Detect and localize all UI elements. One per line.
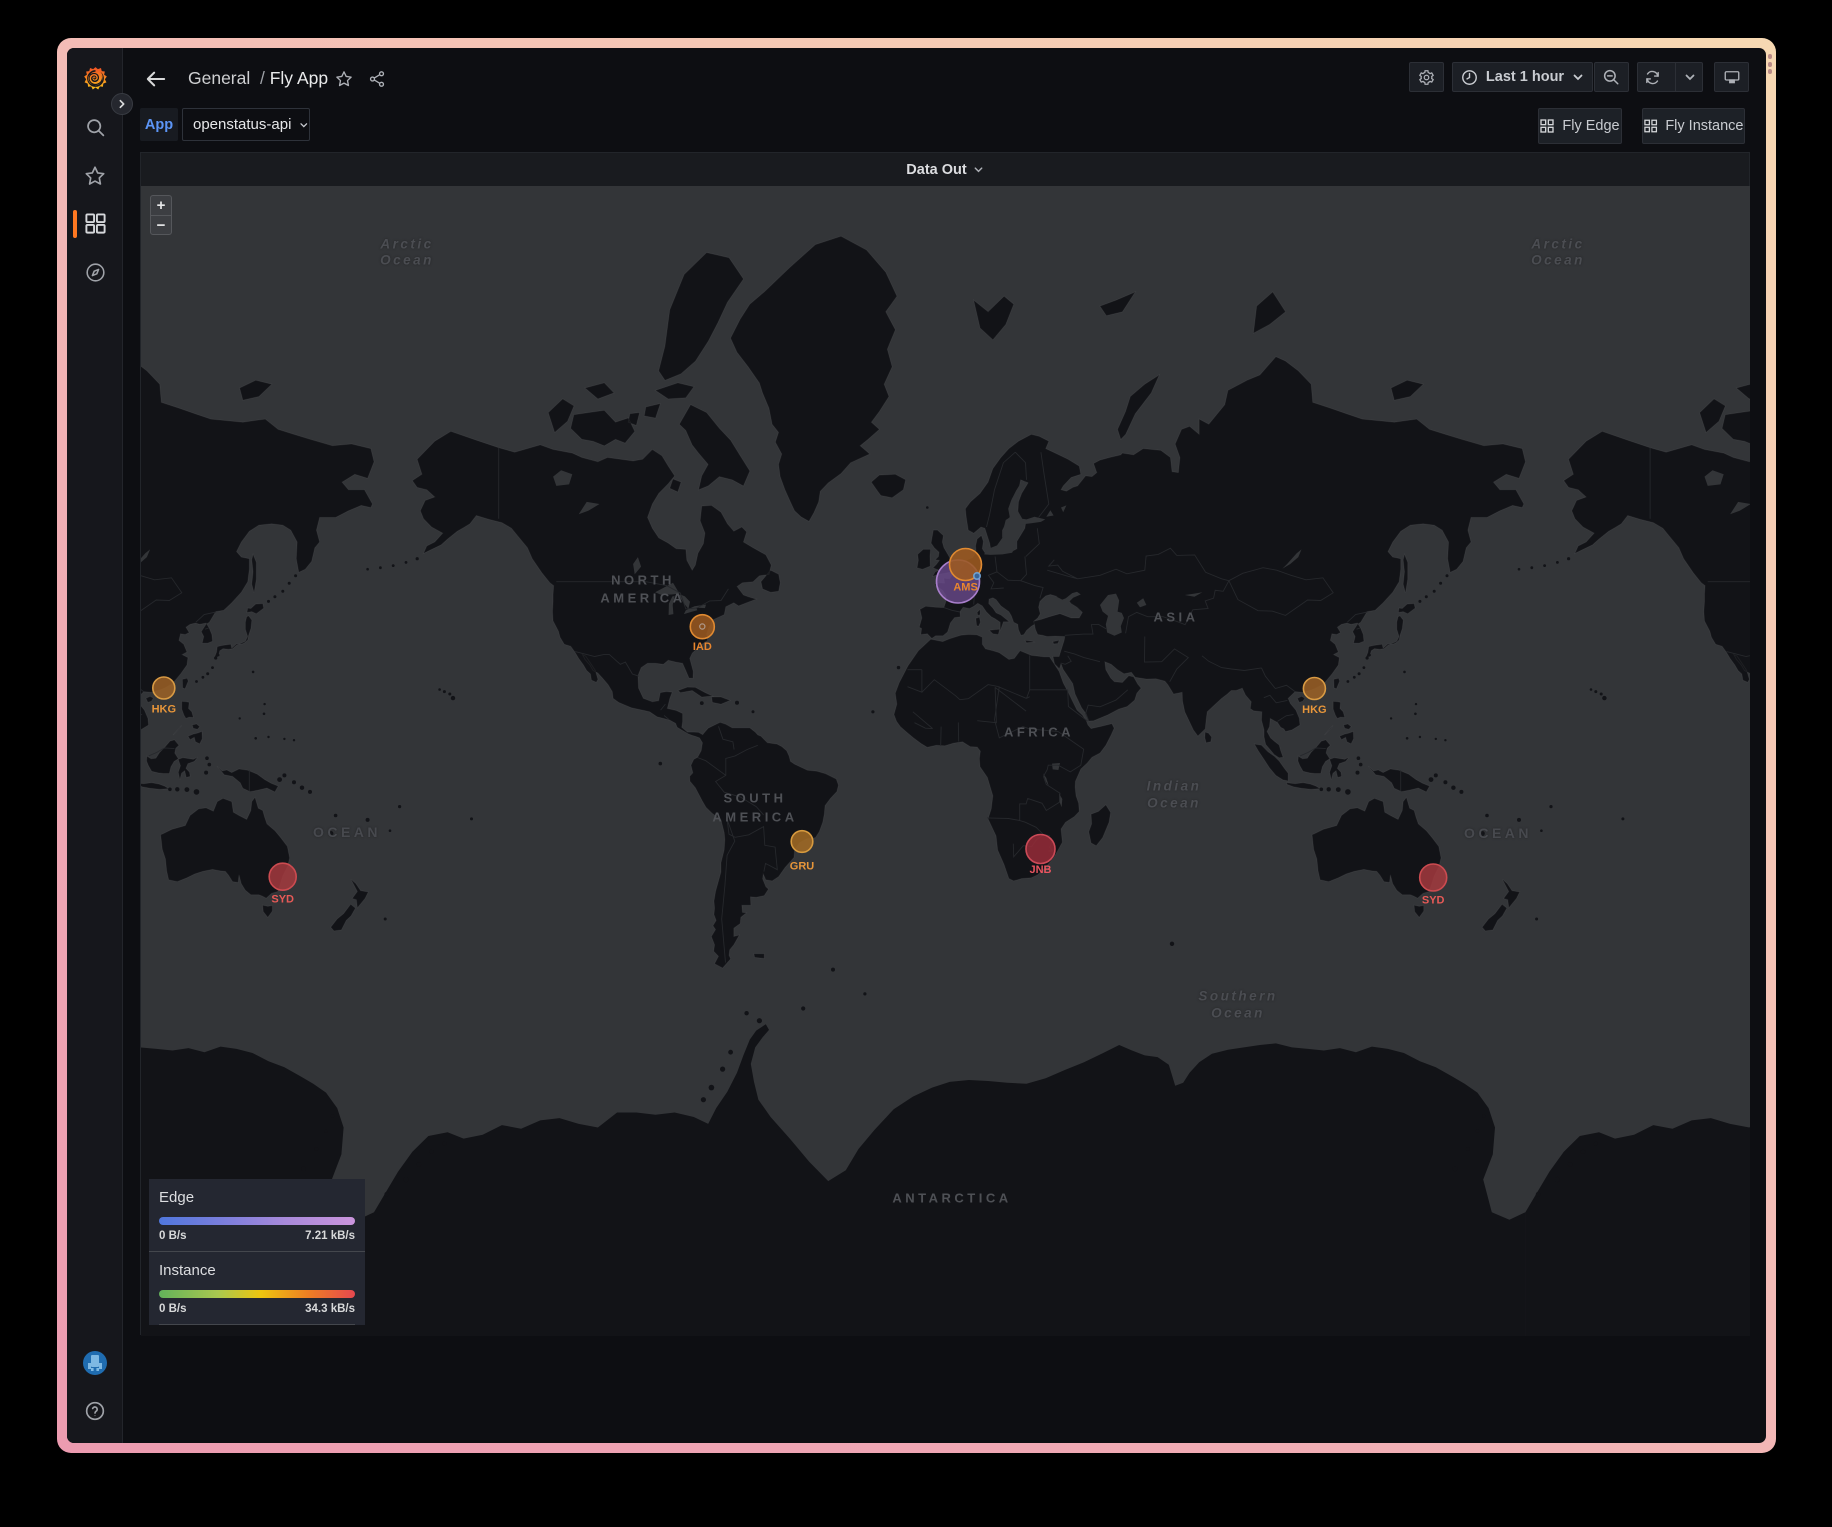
svg-text:IAD: IAD [693,641,712,653]
svg-text:HKG: HKG [1302,704,1326,716]
svg-text:AMS: AMS [953,582,977,594]
svg-text:SYD: SYD [271,894,294,906]
svg-text:HKG: HKG [152,704,176,716]
svg-text:SYD: SYD [1422,895,1445,907]
svg-text:GRU: GRU [790,861,815,873]
svg-text:JNB: JNB [1029,864,1051,876]
